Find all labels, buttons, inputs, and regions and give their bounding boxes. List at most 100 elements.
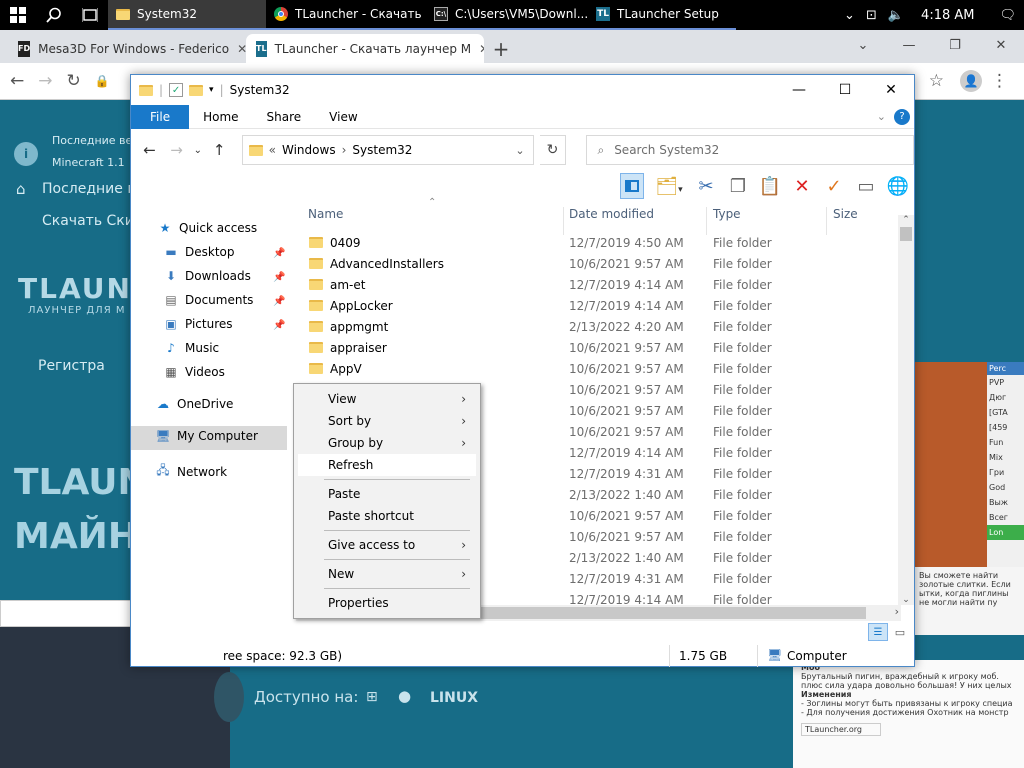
scroll-right-icon[interactable]: › — [895, 605, 899, 618]
nav-item-network[interactable]: 🖧 Network — [155, 461, 227, 482]
taskbar-app-cmd[interactable]: C:\ C:\Users\VM5\Downl... — [426, 0, 588, 30]
ribbon-tab-view[interactable]: View — [315, 105, 371, 129]
up-arrow-icon[interactable]: ↑ — [209, 141, 230, 159]
paste-icon[interactable]: 📋 — [758, 176, 782, 197]
taskbar-app-explorer[interactable]: System32 — [108, 0, 266, 30]
new-tab-button[interactable]: + — [484, 34, 518, 63]
breadcrumb-system32[interactable]: System32 — [352, 143, 412, 157]
maximize-icon[interactable]: ☐ — [822, 75, 868, 105]
file-row[interactable]: AdvancedInstallers 10/6/2021 9:57 AM File … — [309, 253, 869, 274]
back-arrow-icon[interactable]: ← — [139, 141, 160, 159]
address-dropdown-icon[interactable]: ⌄ — [515, 144, 524, 157]
column-header-size[interactable]: Size — [833, 207, 858, 221]
chevron-down-icon[interactable]: ⌄ — [840, 30, 886, 60]
restore-icon[interactable]: ❐ — [932, 30, 978, 60]
new-folder-icon[interactable] — [189, 84, 204, 96]
file-row[interactable]: 0409 12/7/2019 4:50 AM File folder — [309, 232, 869, 253]
pin-icon[interactable]: 📌 — [273, 248, 285, 259]
refresh-button[interactable]: ↻ — [539, 135, 567, 165]
ribbon-tab-share[interactable]: Share — [253, 105, 316, 129]
globe-icon[interactable]: 🌐 — [886, 176, 910, 197]
expand-ribbon-icon[interactable]: ⌄ — [877, 110, 894, 123]
register-link[interactable]: Регистра — [38, 358, 105, 374]
column-separator[interactable] — [563, 207, 564, 235]
cut-icon[interactable]: ✂ — [694, 176, 718, 197]
pin-icon[interactable]: 📌 — [273, 320, 285, 331]
rename-icon[interactable]: ▭ — [854, 176, 878, 197]
delete-icon[interactable]: ✕ — [790, 176, 814, 197]
forward-arrow-icon[interactable]: → — [38, 71, 52, 91]
nav-item-quick-access[interactable]: ★ Quick access — [157, 221, 258, 235]
file-row[interactable]: AppLocker 12/7/2019 4:14 AM File folder — [309, 295, 869, 316]
column-header-name[interactable]: Name — [308, 207, 343, 221]
menu-item-paste[interactable]: Paste — [298, 483, 476, 505]
properties-check-icon[interactable]: ✓ — [169, 83, 184, 97]
nav-item-pictures[interactable]: ▣ Pictures — [163, 317, 232, 331]
bookmark-star-icon[interactable]: ☆ — [929, 71, 944, 91]
network-status-icon[interactable]: ⊡ — [866, 8, 877, 23]
search-box[interactable]: ⌕ Search System32 — [586, 135, 914, 165]
close-tab-icon[interactable]: ✕ — [237, 42, 246, 56]
forward-arrow-icon[interactable]: → — [166, 141, 187, 159]
scroll-thumb[interactable] — [900, 227, 912, 241]
menu-item-group-by[interactable]: Group by › — [298, 432, 476, 454]
browser-tab-tlauncher[interactable]: TL TLauncher - Скачать лаунчер M ✕ — [246, 34, 484, 63]
ribbon-tab-file[interactable]: File — [131, 104, 190, 129]
nav-item-documents[interactable]: ▤ Documents — [163, 293, 253, 307]
ribbon-tab-home[interactable]: Home — [189, 105, 252, 129]
recent-locations-icon[interactable]: ⌄ — [193, 145, 203, 156]
preview-pane-icon[interactable] — [620, 173, 644, 199]
notification-icon[interactable]: 🗨 — [999, 8, 1016, 23]
taskbar-app-tlauncher[interactable]: TL TLauncher Setup — [588, 0, 736, 30]
back-arrow-icon[interactable]: ← — [10, 71, 24, 91]
file-row[interactable]: AppV 10/6/2021 9:57 AM File folder — [309, 358, 869, 379]
taskbar-app-chrome[interactable]: TLauncher - Скачать ... — [266, 0, 426, 30]
breadcrumb-separator-icon[interactable]: › — [342, 143, 347, 157]
folder-options-icon[interactable]: 🗂▾ — [652, 176, 686, 197]
minimize-icon[interactable]: — — [886, 30, 932, 60]
scroll-up-icon[interactable]: ⌃ — [898, 215, 914, 225]
browser-tab-mesa[interactable]: FD Mesa3D For Windows - Federico ✕ — [8, 34, 246, 63]
menu-item-give-access[interactable]: Give access to › — [298, 534, 476, 556]
address-bar[interactable]: « Windows › System32 ⌄ — [241, 135, 534, 165]
windows-start-icon[interactable] — [0, 0, 36, 30]
file-row[interactable]: appraiser 10/6/2021 9:57 AM File folder — [309, 337, 869, 358]
nav-item-desktop[interactable]: ▬ Desktop — [163, 245, 234, 259]
nav-item-videos[interactable]: ▦ Videos — [163, 365, 225, 379]
close-icon[interactable]: ✕ — [978, 30, 1024, 60]
pin-icon[interactable]: 📌 — [273, 296, 285, 307]
copy-icon[interactable]: ❐ — [726, 176, 750, 197]
confirm-icon[interactable]: ✓ — [822, 176, 846, 197]
breadcrumb-windows[interactable]: Windows — [282, 143, 336, 157]
vertical-scrollbar[interactable]: ⌃ ⌄ — [898, 215, 914, 605]
menu-item-paste-shortcut[interactable]: Paste shortcut — [298, 505, 476, 527]
column-header-type[interactable]: Type — [713, 207, 741, 221]
close-icon[interactable]: ✕ — [868, 75, 914, 105]
menu-kebab-icon[interactable]: ⋮ — [991, 71, 1008, 91]
nav-item-my-computer[interactable]: 🖥 My Computer — [155, 429, 258, 443]
column-separator[interactable] — [826, 207, 827, 235]
pin-icon[interactable]: 📌 — [273, 272, 285, 283]
column-separator[interactable] — [706, 207, 707, 235]
customize-qat-icon[interactable]: ▾ — [209, 85, 214, 95]
address-overflow[interactable]: « — [269, 143, 276, 157]
volume-icon[interactable]: 🔈 — [888, 8, 904, 23]
menu-item-refresh[interactable]: Refresh — [298, 454, 476, 476]
search-icon[interactable] — [36, 0, 72, 30]
web-link[interactable]: Последние п — [42, 181, 137, 197]
nav-item-music[interactable]: ♪ Music — [163, 341, 219, 355]
web-link[interactable]: Скачать Ски — [42, 213, 134, 229]
minimize-icon[interactable]: — — [776, 75, 822, 105]
reload-icon[interactable]: ↻ — [67, 71, 81, 91]
profile-avatar-icon[interactable]: 👤 — [960, 70, 982, 92]
details-view-icon[interactable]: ☰ — [868, 623, 888, 641]
help-icon[interactable]: ? — [894, 108, 910, 125]
nav-item-onedrive[interactable]: ☁ OneDrive — [155, 397, 233, 411]
file-row[interactable]: appmgmt 2/13/2022 4:20 AM File folder — [309, 316, 869, 337]
task-view-icon[interactable] — [72, 0, 108, 30]
menu-item-new[interactable]: New › — [298, 563, 476, 585]
menu-item-properties[interactable]: Properties — [298, 592, 476, 614]
scroll-down-icon[interactable]: ⌄ — [898, 595, 914, 605]
menu-item-sort-by[interactable]: Sort by › — [298, 410, 476, 432]
column-header-date[interactable]: Date modified — [569, 207, 654, 221]
